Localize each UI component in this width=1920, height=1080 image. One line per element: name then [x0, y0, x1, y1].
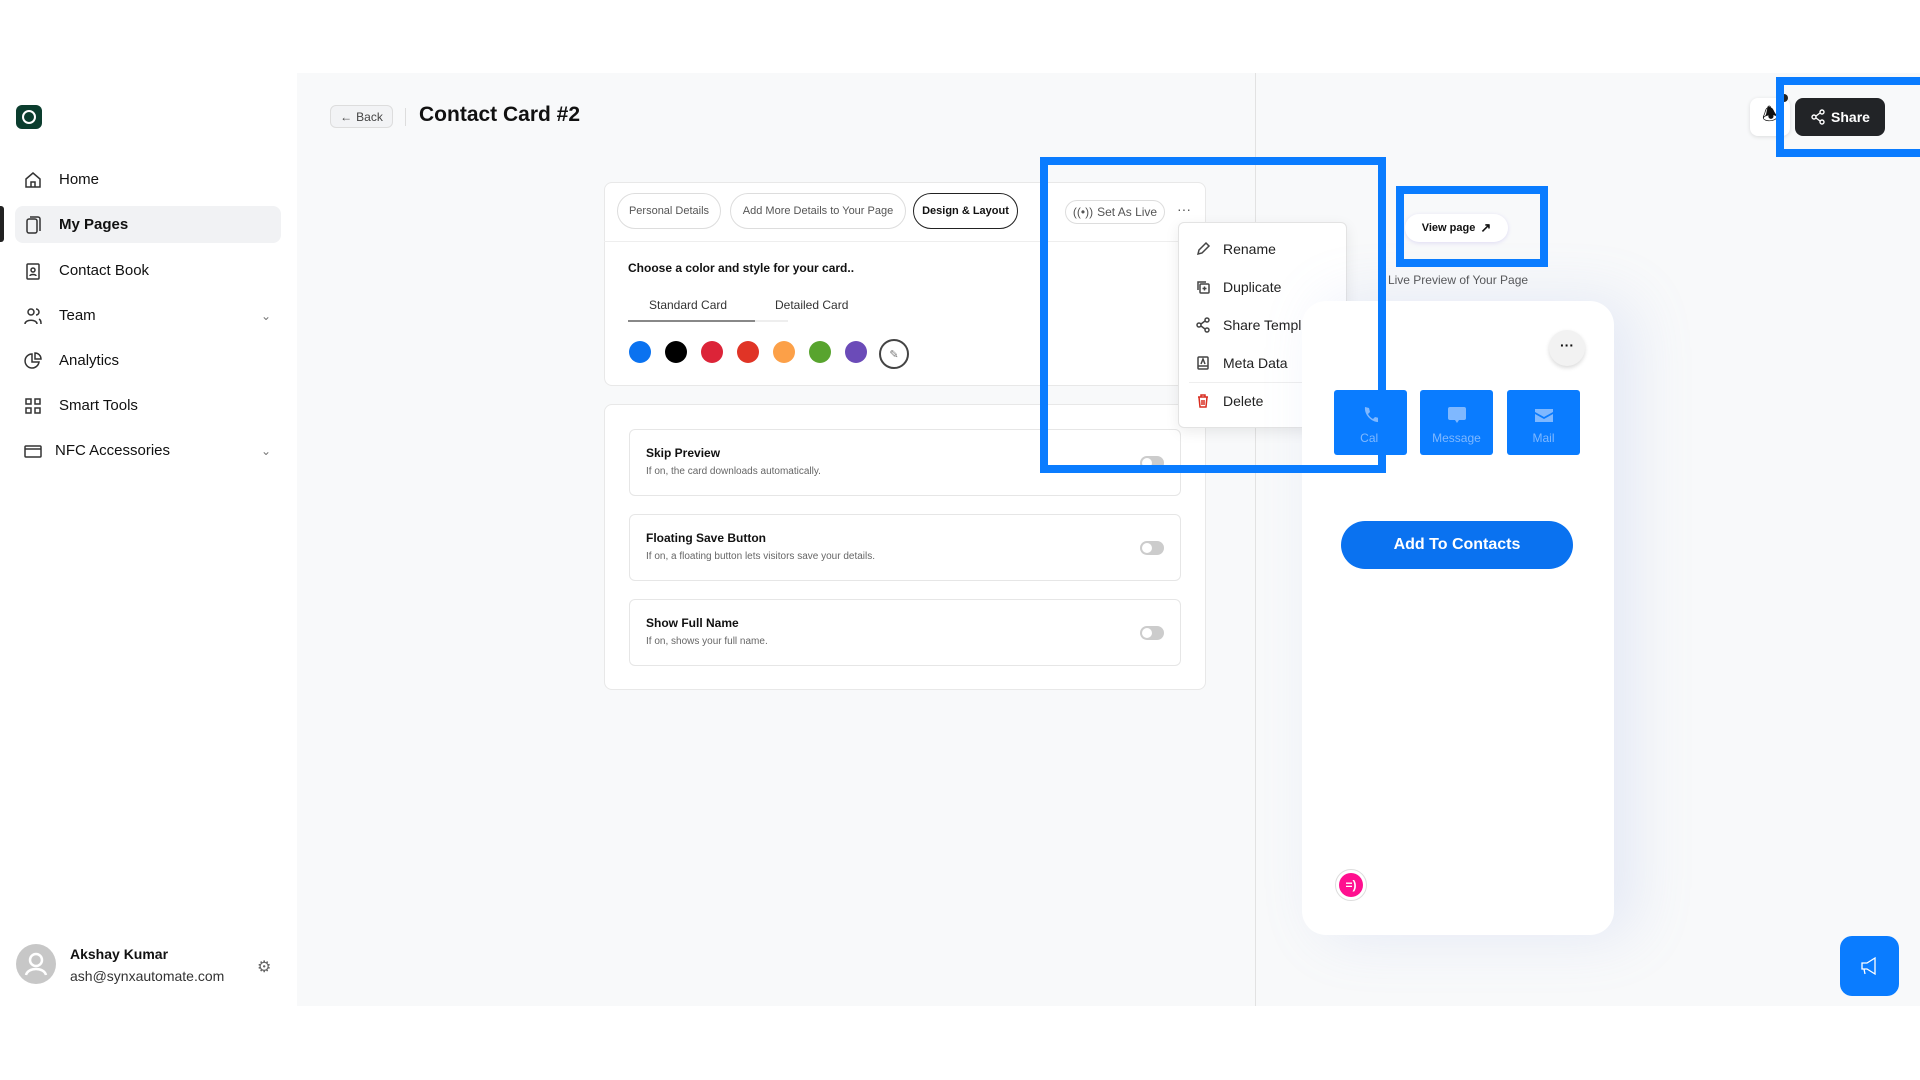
sidebar-item-analytics[interactable]: Analytics [15, 342, 281, 379]
setting-description: If on, the card downloads automatically. [646, 466, 821, 477]
tab-detailed-card[interactable]: Detailed Card [775, 298, 848, 312]
color-swatch[interactable] [737, 341, 759, 363]
style-tab-indicator [628, 320, 755, 322]
user-name: Akshay Kumar [70, 946, 169, 962]
mail-button[interactable]: Mail [1507, 390, 1580, 455]
announcement-button[interactable] [1840, 936, 1899, 996]
color-swatch[interactable] [665, 341, 687, 363]
back-button[interactable]: ← Back [330, 105, 393, 128]
chevron-down-icon: ⌄ [260, 443, 271, 458]
avatar[interactable] [16, 944, 56, 984]
setting-row: Show Full Name If on, shows your full nam… [629, 599, 1181, 666]
sidebar-item-label: My Pages [59, 216, 129, 233]
action-label: Message [1432, 431, 1481, 445]
sidebar-item-label: Analytics [59, 352, 120, 369]
action-label: Mail [1532, 431, 1555, 445]
highlight-box-menu [1040, 157, 1386, 473]
preview-more-icon[interactable]: ··· [1549, 330, 1585, 366]
analytics-icon [24, 351, 42, 369]
color-swatch[interactable] [773, 341, 795, 363]
user-email: ash@synxautomate.com [70, 968, 225, 984]
setting-description: If on, a floating button lets visitors s… [646, 551, 876, 562]
custom-color-picker-icon[interactable]: ✎ [879, 339, 909, 369]
contact-book-icon [26, 262, 40, 280]
mail-icon [1534, 409, 1553, 422]
megaphone-icon [1860, 956, 1876, 976]
setting-row: Floating Save Button If on, a floating bu… [629, 514, 1181, 581]
card-icon [24, 444, 42, 458]
preview-caption: Live Preview of Your Page [1387, 273, 1529, 287]
add-to-contacts-button[interactable]: Add To Contacts [1341, 521, 1573, 569]
sidebar-item-team[interactable]: Team ⌄ [15, 297, 281, 334]
app-logo[interactable] [16, 105, 42, 129]
tab-add-more-details[interactable]: Add More Details to Your Page [730, 193, 906, 229]
home-icon [25, 171, 41, 188]
sidebar-item-label: Smart Tools [59, 397, 138, 414]
sidebar-item-my-pages[interactable]: My Pages [15, 206, 281, 243]
sidebar-item-label: Team [59, 307, 96, 324]
color-swatch[interactable] [701, 341, 723, 363]
team-icon [24, 307, 42, 324]
sidebar-item-smart-tools[interactable]: Smart Tools [15, 387, 281, 424]
tab-standard-card[interactable]: Standard Card [649, 298, 727, 312]
color-swatch[interactable] [629, 341, 651, 363]
setting-title: Skip Preview [646, 446, 721, 460]
chevron-down-icon: ⌄ [260, 308, 271, 323]
back-label: Back [356, 109, 383, 124]
pages-icon [26, 215, 41, 234]
sidebar-item-label: NFC Accessories [55, 442, 171, 459]
color-swatch[interactable] [809, 341, 831, 363]
arrow-left-icon: ← [340, 109, 353, 124]
setting-toggle[interactable] [1140, 541, 1164, 555]
active-indicator [0, 206, 4, 242]
sidebar-item-contact-book[interactable]: Contact Book [15, 252, 281, 289]
gear-icon[interactable]: ⚙ [257, 957, 271, 977]
setting-toggle[interactable] [1140, 626, 1164, 640]
highlight-box-view-page [1396, 186, 1548, 267]
design-prompt: Choose a color and style for your card.. [628, 261, 855, 275]
sidebar-item-label: Home [59, 171, 100, 188]
setting-title: Floating Save Button [646, 531, 766, 545]
brand-badge-icon[interactable]: =) [1335, 869, 1367, 901]
highlight-box-share [1776, 77, 1920, 157]
grid-icon [25, 397, 41, 414]
setting-description: If on, shows your full name. [646, 636, 768, 647]
message-button[interactable]: Message [1420, 390, 1493, 455]
tab-personal-details[interactable]: Personal Details [617, 193, 721, 229]
message-icon [1447, 407, 1466, 423]
setting-title: Show Full Name [646, 616, 739, 630]
sidebar-item-home[interactable]: Home [15, 161, 281, 198]
sidebar-item-nfc-accessories[interactable]: NFC Accessories ⌄ [15, 432, 281, 469]
tab-design-layout[interactable]: Design & Layout [913, 193, 1018, 229]
sidebar-item-label: Contact Book [59, 262, 150, 279]
divider [405, 108, 406, 126]
page-title: Contact Card #2 [419, 103, 581, 126]
color-swatch[interactable] [845, 341, 867, 363]
